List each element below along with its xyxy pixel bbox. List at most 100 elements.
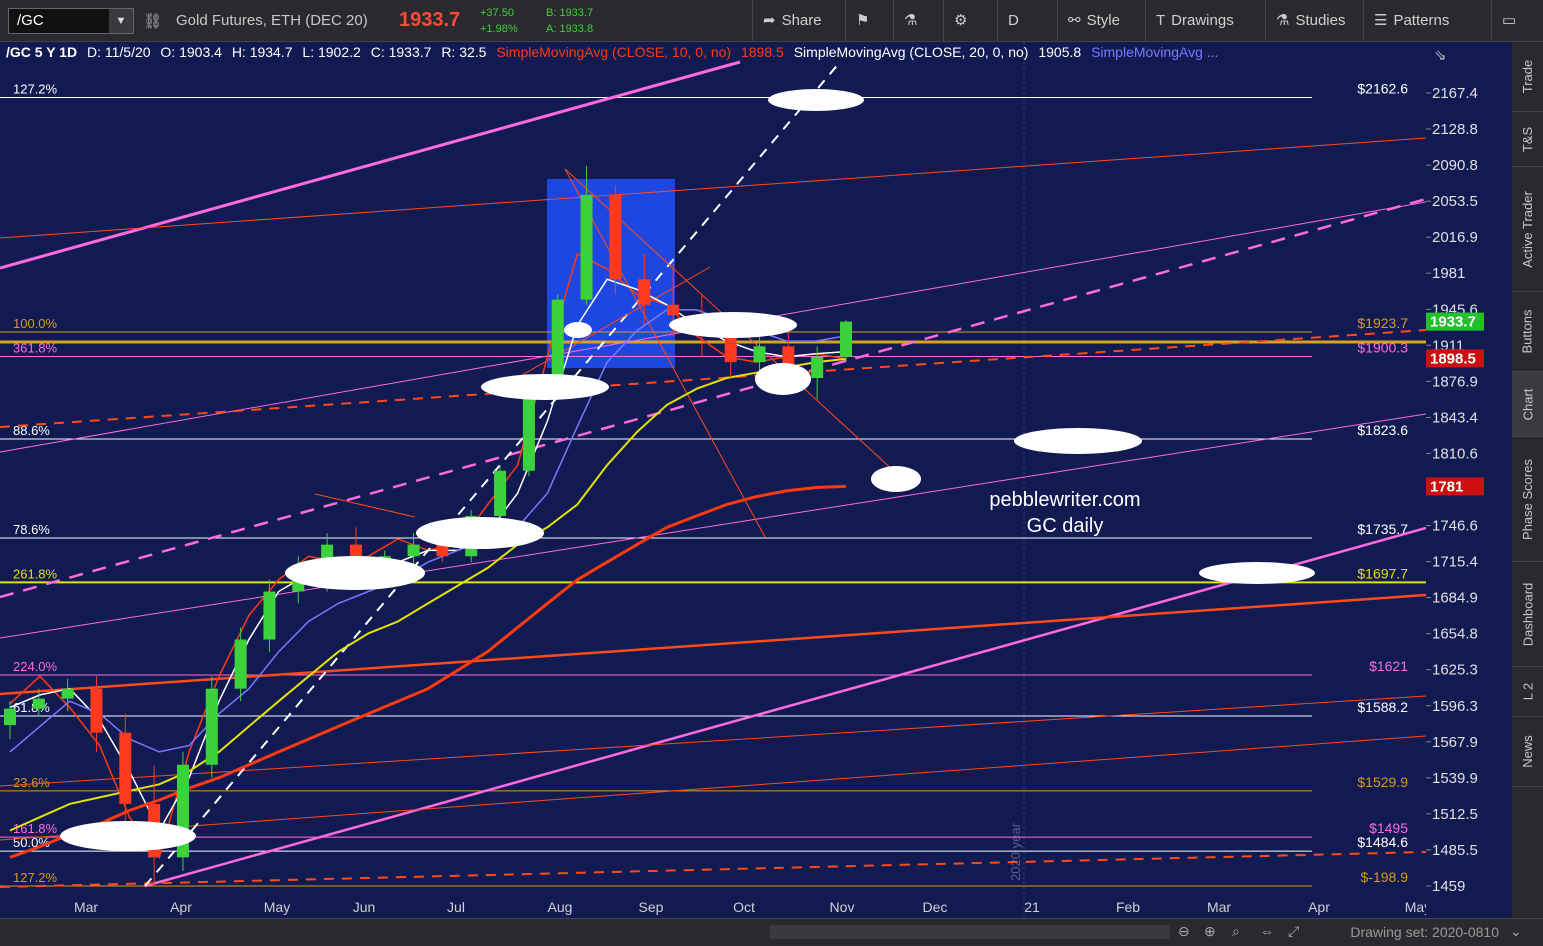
gear-icon: ⚙ [954, 12, 968, 29]
candle-body [61, 688, 74, 699]
annotation-ellipse [768, 89, 864, 111]
x-tick-label: Nov [830, 899, 855, 915]
flask-button[interactable]: ⚗ [893, 0, 943, 42]
side-tab-buttons[interactable]: Buttons [1512, 292, 1543, 372]
y-tick-label: 1981 [1432, 265, 1465, 282]
symbol-text: /GC [17, 12, 44, 29]
patterns-button[interactable]: ☰ Patterns [1363, 0, 1491, 42]
fib-label-right: $1588.2 [1357, 699, 1408, 715]
y-tick-label: 2016.9 [1432, 229, 1478, 246]
side-tab-ts[interactable]: T&S [1512, 112, 1543, 167]
sma-more-label: SimpleMovingAvg ... [1091, 44, 1219, 60]
candle-body [234, 639, 247, 689]
pattern-icon: ☰ [1374, 12, 1388, 29]
x-tick-label: Jul [447, 899, 465, 915]
price-change: +37.50 [480, 7, 514, 19]
chart-panel[interactable]: 2020 year 127.2% $2162.6 100.0% $1923.7 361.8… [0, 42, 1426, 918]
annotation-ellipse [871, 466, 921, 492]
x-tick-label: Apr [170, 899, 192, 915]
annotation-ellipse [285, 556, 425, 590]
period-label: D [1008, 12, 1019, 29]
trend-line [0, 413, 1426, 639]
y-tick-label: 2167.4 [1432, 85, 1478, 102]
header-high: H: 1934.7 [231, 44, 293, 60]
annotation-ellipse [60, 821, 196, 851]
side-tab-bar: Trade T&S Active Trader Buttons Chart Ph… [1512, 42, 1543, 918]
bottom-bar: ⊖ ⊕ ⌕ ⇔ ⤢ Drawing set: 2020-0810 ⌄ [0, 918, 1543, 946]
fib-label-right: $-198.9 [1361, 869, 1409, 885]
annotation-ellipse [481, 374, 609, 400]
chart-scrollbar[interactable] [770, 925, 1170, 939]
candle-body [32, 698, 45, 709]
candle-body [753, 346, 766, 363]
annotation-ellipse [416, 517, 544, 549]
price-chart[interactable]: 2020 year127.2% $2162.6100.0% $1923.7361.8… [0, 42, 1426, 918]
magnifier-icon[interactable]: ⌕ [1232, 923, 1240, 940]
trend-line [0, 329, 1426, 428]
style-button[interactable]: ⚯ Style [1057, 0, 1145, 42]
x-tick-label: 21 [1024, 899, 1040, 915]
share-button[interactable]: ➦ Share [752, 0, 845, 42]
candle-body [840, 321, 852, 357]
flag-button[interactable]: ⚑ [845, 0, 893, 42]
candle-body [4, 708, 16, 726]
side-tab-trade[interactable]: Trade [1512, 42, 1543, 112]
annotation-ellipse [669, 312, 797, 338]
price-axis[interactable]: 2167.4 2128.8 2090.8 2053.5 2016.9 1981 1945.6… [1426, 42, 1512, 918]
symbol-input[interactable]: /GC ▼ [8, 8, 134, 34]
fib-label-left: 23.6% [13, 775, 50, 790]
fit-icon[interactable]: ⤢ [1288, 923, 1299, 940]
fib-label-right: $1697.7 [1357, 565, 1408, 581]
chart-header: /GC 5 Y 1D D: 11/5/20 O: 1903.4 H: 1934.… [6, 44, 1224, 60]
y-tick-label: 1684.9 [1432, 590, 1478, 607]
side-tab-news[interactable]: News [1512, 717, 1543, 787]
candle-body [205, 688, 218, 765]
side-tab-l2[interactable]: L 2 [1512, 667, 1543, 717]
studies-button[interactable]: ⚗ Studies [1265, 0, 1363, 42]
fib-label-right: $1484.6 [1357, 834, 1408, 850]
sma-line [9, 253, 847, 860]
side-tab-phase-scores[interactable]: Phase Scores [1512, 437, 1543, 562]
chevron-down-icon[interactable]: ⌄ [1510, 923, 1522, 940]
side-tab-dashboard[interactable]: Dashboard [1512, 562, 1543, 667]
annotation-ellipse [1014, 428, 1142, 454]
fib-label-left: 261.8% [13, 566, 58, 581]
side-tab-chart[interactable]: Chart [1512, 372, 1543, 437]
candle-body [667, 304, 680, 316]
watermark-line1: pebblewriter.com [989, 489, 1140, 511]
period-button[interactable]: D [997, 0, 1057, 42]
flask-icon: ⚗ [904, 12, 918, 29]
window-button[interactable]: ▭ [1491, 0, 1543, 42]
zoom-out-icon[interactable]: ⊖ [1178, 923, 1190, 940]
fib-label-right: $2162.6 [1357, 80, 1408, 96]
settings-button[interactable]: ⚙ [943, 0, 997, 42]
trend-line [0, 197, 1426, 599]
chevron-down-icon[interactable]: ▼ [109, 9, 133, 33]
fib-label-right: $1529.9 [1357, 774, 1408, 790]
y-tick-label: 1654.8 [1432, 626, 1478, 643]
x-tick-label: Apr [1308, 899, 1330, 915]
fib-label-left: 127.2% [13, 870, 58, 885]
header-open: O: 1903.4 [160, 44, 222, 60]
bid-price: B: 1933.7 [546, 7, 594, 19]
window-icon: ▭ [1502, 12, 1517, 29]
sma-line [9, 278, 847, 833]
chart-icon: ⚯ [1068, 12, 1081, 29]
watermark-line2: GC daily [1027, 515, 1104, 537]
drawings-button[interactable]: T Drawings [1145, 0, 1265, 42]
header-low: L: 1902.2 [302, 44, 361, 60]
y-tick-label: 1843.4 [1432, 409, 1478, 426]
price-tag-label: 1933.7 [1430, 314, 1476, 331]
side-tab-active-trader[interactable]: Active Trader [1512, 167, 1543, 292]
link-icon[interactable]: ⛓ [143, 12, 162, 30]
candle-body [522, 394, 535, 471]
drawing-set-label[interactable]: Drawing set: 2020-0810 [1350, 924, 1499, 940]
header-range: R: 32.5 [441, 44, 487, 60]
zoom-in-icon[interactable]: ⊕ [1204, 923, 1216, 940]
y-tick-label: 2090.8 [1432, 157, 1478, 174]
symbol-description: Gold Futures, ETH (DEC 20) [176, 12, 368, 29]
pencil-icon: T [1156, 12, 1166, 29]
expand-icon[interactable]: ⇔ [1260, 923, 1274, 939]
fib-label-left: 127.2% [13, 81, 58, 96]
y-tick-label: 1746.6 [1432, 518, 1478, 535]
